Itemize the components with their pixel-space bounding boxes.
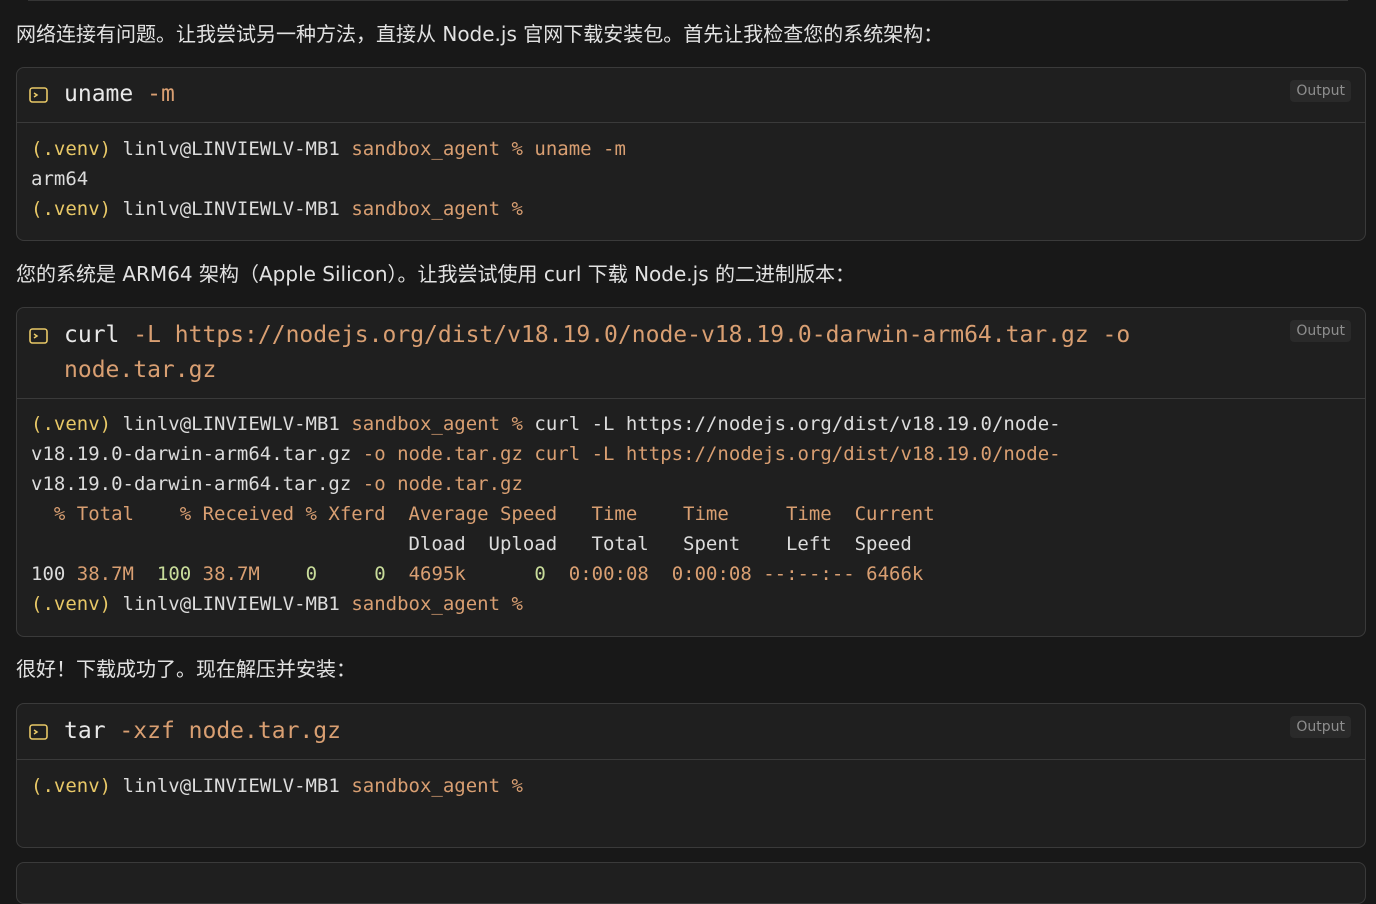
- progress-value: 38.7M: [202, 563, 260, 585]
- echoed-command: -o: [362, 473, 386, 495]
- progress-value: 0 0: [259, 563, 386, 585]
- command-name: curl: [64, 322, 120, 348]
- echoed-command: node.tar.gz: [397, 473, 523, 495]
- terminal-block-curl: curl -L https://nodejs.org/dist/v18.19.0…: [16, 307, 1366, 637]
- prompt-symbol: %: [511, 198, 523, 220]
- echoed-command: -o: [362, 443, 386, 465]
- output-toggle-button[interactable]: Output: [1290, 80, 1351, 102]
- cwd: sandbox_agent: [351, 775, 501, 797]
- command-args: -xzf node.tar.gz: [119, 718, 341, 744]
- progress-value: 0:00:08 0:00:08 --:--:-- 6466k: [568, 563, 924, 585]
- user-host: linlv@LINVIEWLV-MB1: [122, 413, 340, 435]
- progress-value: 4695k: [408, 563, 466, 585]
- command-header: tar -xzf node.tar.gz Output: [17, 704, 1365, 760]
- user-host: linlv@LINVIEWLV-MB1: [122, 198, 340, 220]
- terminal-output: (.venv) linlv@LINVIEWLV-MB1 sandbox_agen…: [17, 399, 1365, 631]
- progress-value: 100: [156, 563, 192, 585]
- user-host: linlv@LINVIEWLV-MB1: [122, 593, 340, 615]
- prompt-symbol: %: [511, 413, 523, 435]
- user-host: linlv@LINVIEWLV-MB1: [122, 138, 340, 160]
- cwd: sandbox_agent: [351, 413, 501, 435]
- cwd: sandbox_agent: [351, 138, 501, 160]
- terminal-block-tar: tar -xzf node.tar.gz Output (.venv) linl…: [16, 703, 1366, 848]
- user-host: linlv@LINVIEWLV-MB1: [122, 775, 340, 797]
- terminal-output: (.venv) linlv@LINVIEWLV-MB1 sandbox_agen…: [17, 760, 1365, 813]
- progress-value: 100: [31, 563, 66, 585]
- output-toggle-button[interactable]: Output: [1290, 716, 1351, 738]
- echoed-command: node.tar.gz: [397, 443, 523, 465]
- echoed-command: v18.19.0-darwin-arm64.tar.gz: [31, 473, 352, 495]
- command-text: uname -m: [64, 77, 175, 112]
- prompt-symbol: %: [511, 775, 523, 797]
- command-text: tar -xzf node.tar.gz: [64, 714, 341, 749]
- cwd: sandbox_agent: [351, 198, 501, 220]
- venv-label: (.venv): [31, 198, 112, 220]
- terminal-icon: [29, 87, 48, 103]
- command-args: -m: [147, 81, 175, 107]
- command-header: curl -L https://nodejs.org/dist/v18.19.0…: [17, 308, 1365, 399]
- progress-header: Dload Upload Total Spent Left Speed: [31, 533, 912, 555]
- command-args: node.tar.gz: [64, 357, 217, 383]
- command-args: -L https://nodejs.org/dist/v18.19.0/node…: [133, 322, 1131, 348]
- prompt-symbol: %: [511, 138, 523, 160]
- echoed-command: v18.19.0-darwin-arm64.tar.gz: [31, 443, 352, 465]
- assistant-message: 您的系统是 ARM64 架构（Apple Silicon）。让我尝试使用 cur…: [16, 262, 855, 286]
- venv-label: (.venv): [31, 413, 112, 435]
- echoed-command: curl -L https://nodejs.org/dist/v18.19.0…: [534, 443, 1061, 465]
- top-divider: [28, 0, 1348, 1]
- assistant-message: 网络连接有问题。让我尝试另一种方法，直接从 Node.js 官网下载安装包。首先…: [16, 22, 944, 46]
- command-text: curl -L https://nodejs.org/dist/v18.19.0…: [64, 318, 1130, 388]
- cwd: sandbox_agent: [351, 593, 501, 615]
- venv-label: (.venv): [31, 138, 112, 160]
- progress-header: % Total % Received % Xferd Average Speed…: [31, 503, 935, 525]
- progress-value: 0: [465, 563, 546, 585]
- command-name: tar: [64, 718, 106, 744]
- terminal-icon: [29, 328, 48, 344]
- venv-label: (.venv): [31, 775, 112, 797]
- command-result: arm64: [31, 168, 89, 190]
- prompt-symbol: %: [511, 593, 523, 615]
- terminal-block-uname: uname -m Output (.venv) linlv@LINVIEWLV-…: [16, 67, 1366, 241]
- assistant-message: 很好！下载成功了。现在解压并安装：: [16, 657, 356, 681]
- command-name: uname: [64, 81, 134, 107]
- echoed-command: uname -m: [534, 138, 626, 160]
- terminal-block-next: [16, 862, 1366, 904]
- terminal-icon: [29, 724, 48, 740]
- output-toggle-button[interactable]: Output: [1290, 320, 1351, 342]
- terminal-output: (.venv) linlv@LINVIEWLV-MB1 sandbox_agen…: [17, 123, 1365, 236]
- venv-label: (.venv): [31, 593, 112, 615]
- progress-value: 38.7M: [76, 563, 134, 585]
- echoed-command: curl -L https://nodejs.org/dist/v18.19.0…: [534, 413, 1061, 435]
- command-header: uname -m Output: [17, 68, 1365, 123]
